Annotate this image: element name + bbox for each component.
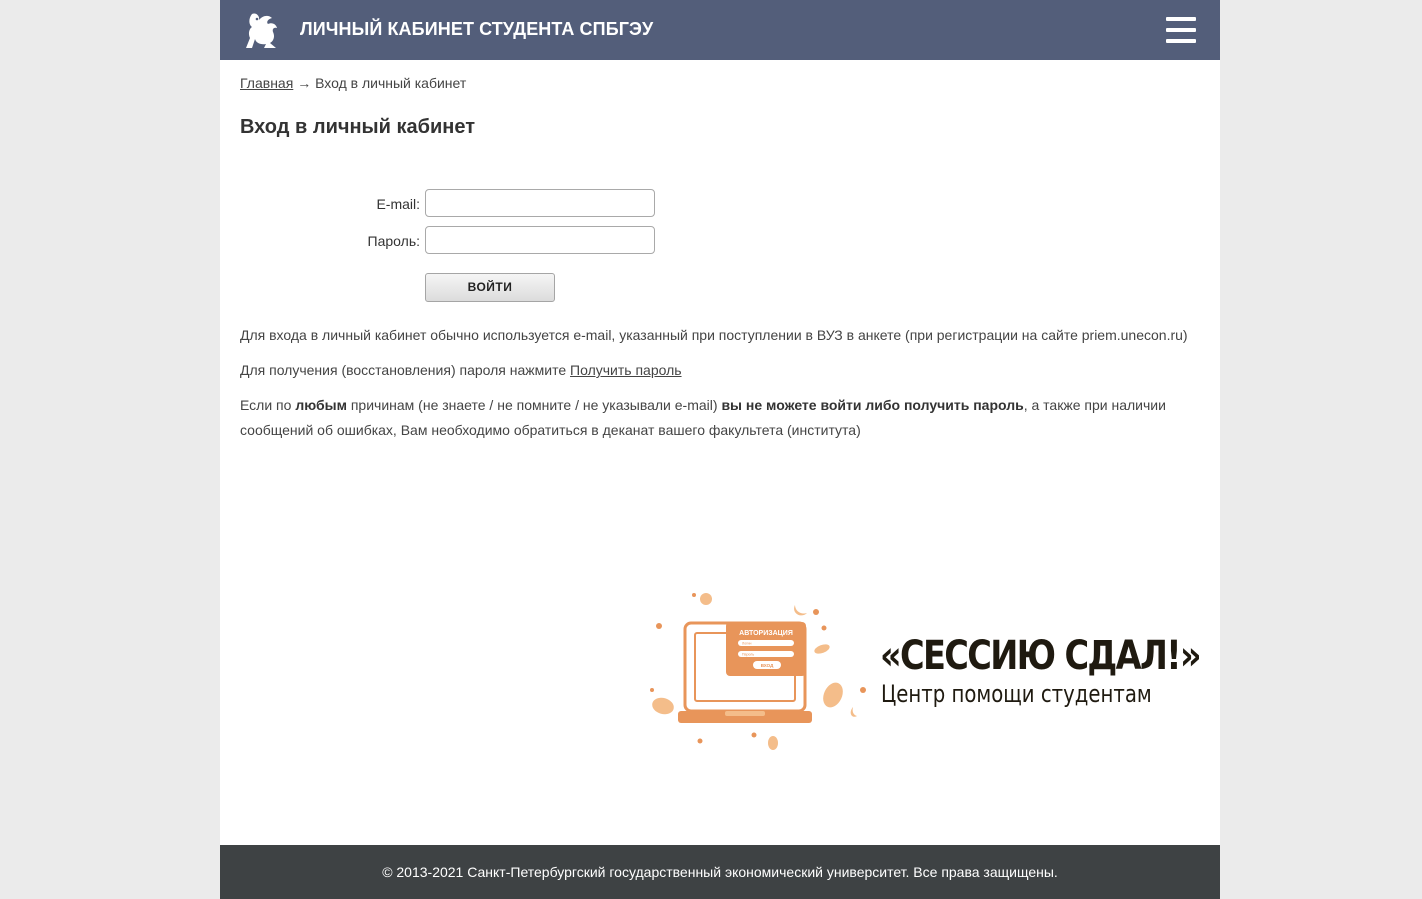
password-recovery-prefix: Для получения (восстановления) пароля на… bbox=[240, 362, 567, 378]
password-label: Пароль: bbox=[367, 233, 420, 249]
password-recovery-text: Для получения (восстановления) пароля на… bbox=[240, 358, 1200, 383]
auth-card-field1-label: Логин bbox=[742, 642, 751, 646]
site-title[interactable]: ЛИЧНЫЙ КАБИНЕТ СТУДЕНТА СПБГЭУ bbox=[300, 19, 653, 40]
decor-dot bbox=[650, 688, 654, 692]
banner-title[interactable]: «СЕССИЮ СДАЛ!» bbox=[880, 633, 1202, 679]
decor-dot bbox=[656, 623, 662, 629]
breadcrumb-home-link[interactable]: Главная bbox=[240, 75, 293, 91]
banner-subtitle[interactable]: Центр помощи студентам bbox=[881, 680, 1152, 708]
auth-card-button-label: ВХОД bbox=[761, 663, 774, 668]
breadcrumb-current: Вход в личный кабинет bbox=[315, 75, 467, 91]
decor-blob bbox=[814, 644, 830, 654]
email-info-text: Для входа в личный кабинет обычно исполь… bbox=[240, 327, 1188, 343]
breadcrumb: Главная → Вход в личный кабинет bbox=[240, 75, 466, 91]
laptop-notch bbox=[725, 711, 765, 716]
griffin-logo-icon[interactable] bbox=[244, 10, 284, 52]
decor-crescent bbox=[794, 605, 807, 616]
footer-copyright: © 2013-2021 Санкт-Петербургский государс… bbox=[382, 864, 1058, 880]
decor-dot bbox=[751, 732, 757, 738]
decor-dot bbox=[697, 738, 703, 744]
auth-card-title: АВТОРИЗАЦИЯ bbox=[739, 630, 793, 637]
login-button[interactable]: войти bbox=[425, 273, 555, 302]
decor-blob bbox=[652, 697, 674, 715]
decor-blob bbox=[823, 682, 843, 708]
help-text-bold1: любым bbox=[295, 397, 347, 413]
decor-dot bbox=[700, 593, 712, 605]
decor-blob bbox=[768, 736, 778, 750]
get-password-link[interactable]: Получить пароль bbox=[570, 362, 682, 378]
decor-dot bbox=[692, 593, 696, 597]
decor-dot bbox=[860, 687, 866, 693]
help-text-part1: Если по bbox=[240, 397, 292, 413]
page-title: Вход в личный кабинет bbox=[240, 116, 475, 138]
help-text: Если по любым причинам (не знаете / не п… bbox=[240, 393, 1200, 443]
page-container: ЛИЧНЫЙ КАБИНЕТ СТУДЕНТА СПБГЭУ Главная →… bbox=[220, 0, 1220, 899]
decor-crescent bbox=[850, 707, 857, 717]
help-text-bold2: вы не можете войти либо получить пароль bbox=[721, 397, 1024, 413]
auth-card-field2-label: Пароль bbox=[742, 653, 754, 657]
decor-dot bbox=[813, 609, 819, 615]
hamburger-menu-icon[interactable] bbox=[1166, 17, 1196, 45]
email-field[interactable] bbox=[425, 189, 655, 217]
email-label: E-mail: bbox=[376, 196, 420, 212]
password-field[interactable] bbox=[425, 226, 655, 254]
decor-dot bbox=[821, 625, 827, 631]
site-header: ЛИЧНЫЙ КАБИНЕТ СТУДЕНТА СПБГЭУ bbox=[220, 0, 1220, 60]
site-footer: © 2013-2021 Санкт-Петербургский государс… bbox=[220, 845, 1220, 899]
breadcrumb-separator: → bbox=[297, 75, 312, 91]
help-text-part2: причинам (не знаете / не помните / не ук… bbox=[350, 397, 718, 413]
